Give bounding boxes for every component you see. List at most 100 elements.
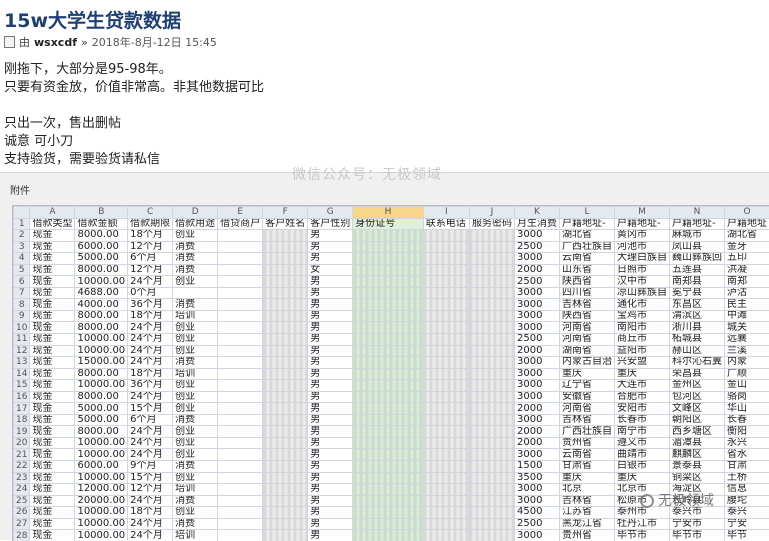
cell[interactable]: 5329271994 [353,253,423,265]
row-number[interactable]: 17 [14,403,30,415]
row-number[interactable]: 2 [14,230,30,242]
cell[interactable]: 3000 [514,287,559,299]
cell[interactable]: 24个月 [128,530,173,541]
cell[interactable]: 创业 [173,380,218,392]
cell[interactable]: 科尔沁右翼 [669,357,724,369]
cell[interactable]: 2206021995 [353,299,423,311]
cell[interactable]: 9501 [469,437,514,449]
cell[interactable]: 10000.00 [75,507,128,519]
cell[interactable]: 7516 [469,230,514,242]
cell[interactable]: 赫山区 [669,345,724,357]
cell[interactable]: 183 [423,253,469,265]
cell[interactable]: 3000 [514,368,559,380]
row-number[interactable]: 5 [14,264,30,276]
cell[interactable]: 消费 [173,495,218,507]
cell[interactable]: 12个月 [128,264,173,276]
cell[interactable] [218,357,263,369]
cell[interactable]: 9999 [469,287,514,299]
cell[interactable]: 培训 [173,530,218,541]
cell[interactable]: 24个月 [128,449,173,461]
cell[interactable] [218,230,263,242]
cell[interactable]: 4309031994 [353,345,423,357]
cell[interactable]: 北京 [559,484,614,496]
cell[interactable]: 现金 [30,426,75,438]
cell[interactable]: 男 [308,518,353,530]
cell[interactable]: 男 [308,495,353,507]
column-letter[interactable]: H [353,207,423,219]
cell[interactable]: 9708 [469,507,514,519]
cell[interactable]: 男 [308,368,353,380]
cell[interactable]: 1592 [423,299,469,311]
cell[interactable]: 6000.00 [75,461,128,473]
cell[interactable]: 吉林省 [559,299,614,311]
cell[interactable]: 省水 [724,449,769,461]
cell[interactable]: 淅川县 [669,322,724,334]
cell[interactable]: 1087 [469,449,514,461]
cell[interactable]: 1507 [423,449,469,461]
cell[interactable]: 2500 [514,276,559,288]
cell[interactable]: 5134331996 [353,287,423,299]
cell[interactable]: 男 [308,414,353,426]
column-letter[interactable]: M [614,207,669,219]
header-cell[interactable]: 户籍地址 [724,218,769,230]
row-number[interactable]: 18 [14,414,30,426]
cell[interactable]: 凉山彝族自 [614,287,669,299]
cell[interactable]: 土桥 [724,472,769,484]
cell[interactable]: 湄潭县 [669,437,724,449]
cell[interactable]: 陆 [263,391,308,403]
column-letter[interactable]: N [669,207,724,219]
header-cell[interactable]: 借款期限 [128,218,173,230]
cell[interactable]: 男 [308,449,353,461]
cell[interactable]: 宁安市 [669,518,724,530]
cell[interactable]: 城关 [724,322,769,334]
cell[interactable]: 3302031995 [353,484,423,496]
cell[interactable]: 1872 [423,334,469,346]
cell[interactable]: 现金 [30,334,75,346]
cell[interactable] [218,403,263,415]
column-letter[interactable]: J [469,207,514,219]
cell[interactable]: 腰坨 [724,495,769,507]
column-letter[interactable]: O [724,207,769,219]
cell[interactable]: 朝 [263,357,308,369]
row-number[interactable]: 13 [14,357,30,369]
cell[interactable]: 2500 [514,334,559,346]
cell[interactable]: 创业 [173,230,218,242]
cell[interactable] [218,472,263,484]
column-letter[interactable]: F [263,207,308,219]
cell[interactable]: 长春市 [614,414,669,426]
cell[interactable]: 6个月 [128,414,173,426]
header-cell[interactable]: 服务密码 [469,218,514,230]
row-number[interactable]: 14 [14,368,30,380]
cell[interactable]: 湖北省 [559,230,614,242]
cell[interactable]: 现金 [30,230,75,242]
cell[interactable]: 现金 [30,276,75,288]
cell[interactable]: 云南省 [559,449,614,461]
cell[interactable]: 4106211995 [353,403,423,415]
row-number[interactable]: 1 [14,218,30,230]
cell[interactable]: 南阳市 [614,322,669,334]
cell[interactable]: 曲靖市 [614,449,669,461]
cell[interactable]: 宋 [263,345,308,357]
cell[interactable]: 东昌区 [669,299,724,311]
cell[interactable]: 20000.00 [75,495,128,507]
cell[interactable]: 金牙 [724,241,769,253]
row-number[interactable]: 7 [14,287,30,299]
cell[interactable]: 9个月 [128,461,173,473]
cell[interactable]: 包河区 [669,391,724,403]
header-cell[interactable]: 客户姓名 [263,218,308,230]
cell[interactable]: 女 [308,264,353,276]
cell[interactable]: 5000.00 [75,414,128,426]
cell[interactable]: 通化市 [614,299,669,311]
cell[interactable]: 宝鸡市 [614,310,669,322]
cell[interactable]: 36个月 [128,380,173,392]
cell[interactable]: 安 [263,287,308,299]
cell[interactable]: 5224011995 [353,530,423,541]
cell[interactable]: 10000.00 [75,530,128,541]
cell[interactable]: 湖北省 [724,230,769,242]
cell[interactable]: 4688.00 [75,287,128,299]
cell[interactable]: 消费 [173,518,218,530]
cell[interactable]: 河南省 [559,334,614,346]
cell[interactable]: 消费 [173,253,218,265]
cell[interactable]: 陕西省 [559,310,614,322]
row-number[interactable]: 27 [14,518,30,530]
